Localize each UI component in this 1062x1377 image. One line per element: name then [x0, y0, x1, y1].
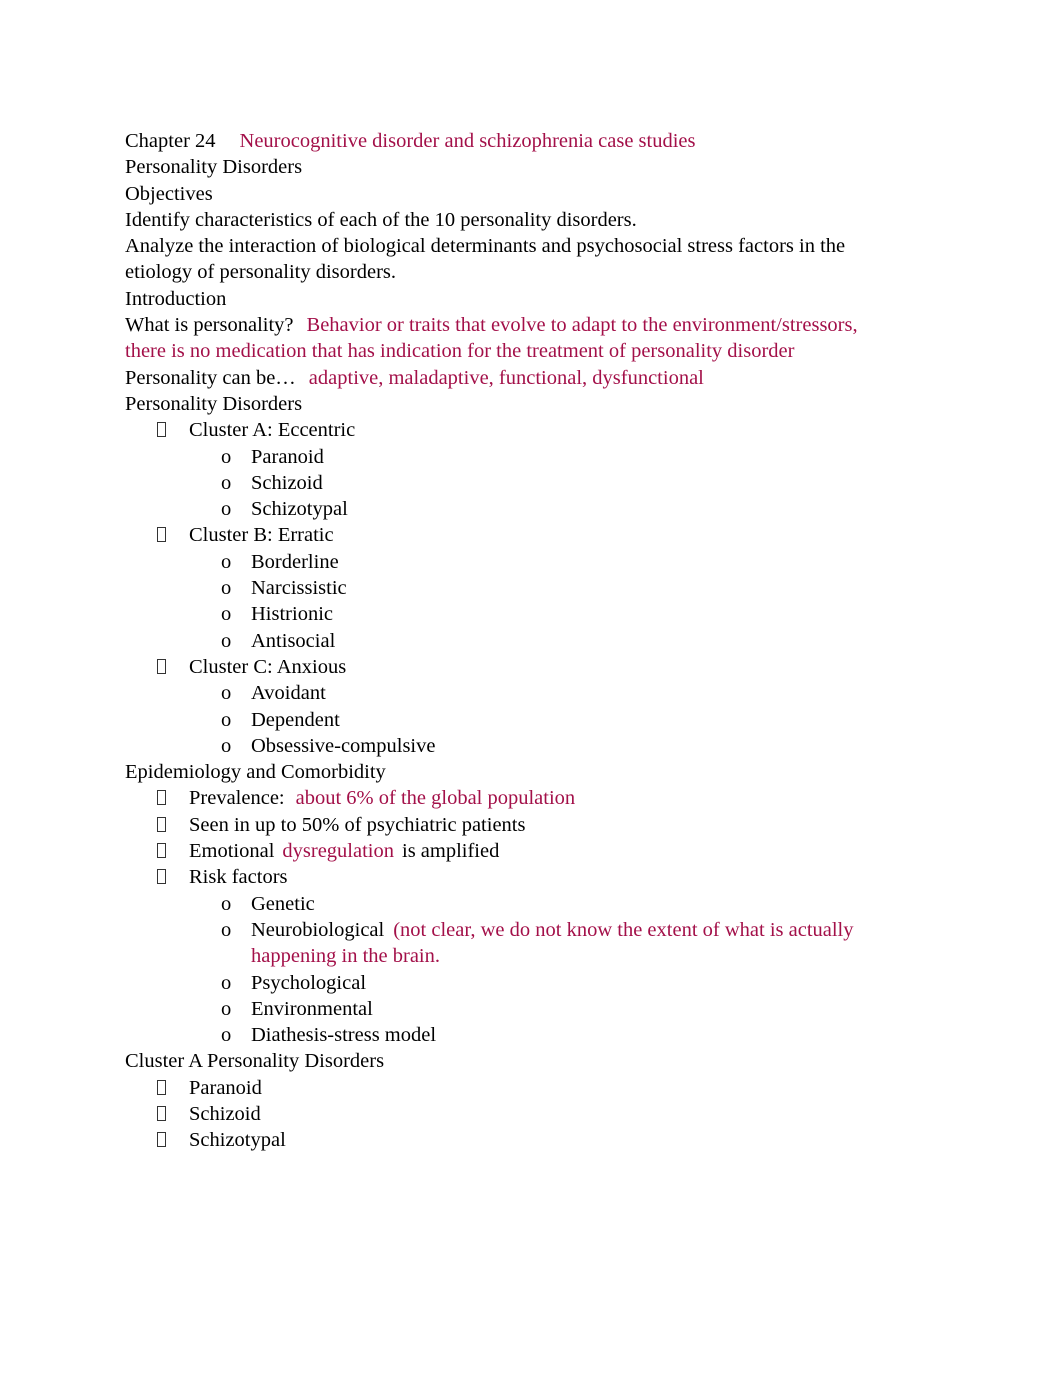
wingding-bullet-icon [157, 654, 166, 680]
list-item-cluster-b-3: o Histrionic [125, 601, 866, 627]
objective-item-1: Identify characteristics of each of the … [125, 208, 637, 231]
personality-can-be-line: Personality can be… adaptive, maladaptive… [125, 365, 866, 391]
emotional-suffix: is amplified [402, 840, 500, 863]
o-bullet-icon: o [221, 498, 232, 521]
list-item-emotional-dysregulation: Emotional dysregulation is amplified [125, 838, 866, 864]
wingding-bullet-icon [157, 812, 166, 838]
heading-personality-disorders-1: Personality Disorders [125, 156, 303, 179]
cluster-c-label: Cluster C: Anxious [189, 655, 347, 678]
document-body: Chapter 24 Neurocognitive disorder and sc… [125, 128, 866, 1154]
wingding-bullet-icon [157, 838, 166, 864]
o-bullet-icon: o [221, 918, 232, 941]
heading-personality-disorders-2: Personality Disorders [125, 392, 303, 415]
o-bullet-icon: o [221, 471, 232, 494]
what-is-personality-line: What is personality? Behavior or traits t… [125, 312, 866, 365]
list-item-cluster-a: Cluster A: Eccentric [125, 417, 866, 443]
o-bullet-icon: o [221, 445, 232, 468]
personality-can-be-answer: adaptive, maladaptive, functional, dysfu… [308, 366, 704, 389]
list-item-cluster-c: Cluster C: Anxious [125, 654, 866, 680]
wingding-bullet-icon [157, 417, 166, 443]
o-bullet-icon: o [221, 892, 232, 915]
wingding-bullet-icon [157, 1127, 166, 1153]
risk-factor-label: Environmental [251, 997, 373, 1020]
objective-item-2: Analyze the interaction of biological de… [125, 235, 846, 284]
risk-factor-label: Diathesis-stress model [251, 1024, 437, 1047]
heading-objectives: Objectives [125, 182, 213, 205]
cluster-a-item-label: Schizoid [251, 471, 323, 494]
personality-can-be-prompt: Personality can be… [125, 366, 296, 389]
o-bullet-icon: o [221, 629, 232, 652]
wingding-bullet-icon [157, 522, 166, 548]
list-item-risk-factors: Risk factors [125, 864, 866, 890]
heading-introduction: Introduction [125, 287, 227, 310]
risk-factor-label: Neurobiological [251, 918, 385, 941]
wingding-bullet-icon [157, 785, 166, 811]
cluster-b-item-label: Antisocial [251, 629, 336, 652]
list-item-cluster-a-paranoid: Paranoid [125, 1075, 866, 1101]
list-item-prevalence: Prevalence: about 6% of the global popula… [125, 785, 866, 811]
heading-cluster-a-personality-disorders: Cluster A Personality Disorders [125, 1050, 385, 1073]
list-item-risk-environmental: o Environmental [125, 996, 866, 1022]
what-is-personality-question: What is personality? [125, 314, 294, 337]
list-item-cluster-a-2: o Schizoid [125, 470, 866, 496]
o-bullet-icon: o [221, 734, 232, 757]
list-item-cluster-b: Cluster B: Erratic [125, 522, 866, 548]
emotional-prefix: Emotional [189, 840, 275, 863]
psychiatric-patients-text: Seen in up to 50% of psychiatric patient… [189, 813, 526, 836]
list-item-risk-neurobiological: o Neurobiological (not clear, we do not k… [125, 917, 866, 970]
list-item-cluster-a-schizoid: Schizoid [125, 1101, 866, 1127]
document-page: Chapter 24 Neurocognitive disorder and sc… [0, 0, 1062, 1377]
list-item-cluster-b-1: o Borderline [125, 549, 866, 575]
cluster-b-item-label: Narcissistic [251, 577, 347, 600]
wingding-bullet-icon [157, 864, 166, 890]
list-item-psychiatric-patients: Seen in up to 50% of psychiatric patient… [125, 812, 866, 838]
cluster-b-label: Cluster B: Erratic [189, 524, 334, 547]
o-bullet-icon: o [221, 603, 232, 626]
heading-epidemiology: Epidemiology and Comorbidity [125, 761, 386, 784]
list-item-cluster-b-4: o Antisocial [125, 628, 866, 654]
list-item-cluster-a-schizotypal: Schizotypal [125, 1127, 866, 1153]
prevalence-label: Prevalence: [189, 787, 285, 810]
cluster-c-item-label: Avoidant [251, 682, 326, 705]
risk-factors-label: Risk factors [189, 866, 288, 889]
chapter-label: Chapter 24 [125, 130, 216, 152]
o-bullet-icon: o [221, 682, 232, 705]
list-item-cluster-a-1: o Paranoid [125, 444, 866, 470]
list-item-cluster-a-3: o Schizotypal [125, 496, 866, 522]
wingding-bullet-icon [157, 1101, 166, 1127]
document-title: Neurocognitive disorder and schizophreni… [239, 130, 696, 152]
cluster-b-item-label: Borderline [251, 550, 339, 573]
cluster-a-item-label: Schizotypal [251, 498, 348, 521]
cluster-c-item-label: Dependent [251, 708, 340, 731]
o-bullet-icon: o [221, 550, 232, 573]
cluster-a-item-label: Paranoid [251, 445, 324, 468]
cluster-c-item-label: Obsessive-compulsive [251, 734, 436, 757]
cluster-a-disorder-label: Schizotypal [189, 1129, 286, 1152]
list-item-cluster-c-1: o Avoidant [125, 680, 866, 706]
risk-factor-label: Genetic [251, 892, 315, 915]
wingding-bullet-icon [157, 1075, 166, 1101]
cluster-a-label: Cluster A: Eccentric [189, 419, 356, 442]
list-item-cluster-b-2: o Narcissistic [125, 575, 866, 601]
o-bullet-icon: o [221, 577, 232, 600]
document-title-line: Chapter 24 Neurocognitive disorder and sc… [125, 128, 866, 154]
prevalence-value: about 6% of the global population [295, 787, 576, 810]
cluster-a-disorder-label: Schizoid [189, 1102, 261, 1125]
list-item-cluster-c-3: o Obsessive-compulsive [125, 733, 866, 759]
list-item-cluster-c-2: o Dependent [125, 707, 866, 733]
o-bullet-icon: o [221, 708, 232, 731]
emotional-highlight: dysregulation [282, 840, 394, 863]
cluster-a-disorder-label: Paranoid [189, 1076, 262, 1099]
list-item-risk-genetic: o Genetic [125, 891, 866, 917]
cluster-b-item-label: Histrionic [251, 603, 333, 626]
list-item-risk-psychological: o Psychological [125, 970, 866, 996]
list-item-risk-diathesis: o Diathesis-stress model [125, 1022, 866, 1048]
o-bullet-icon: o [221, 997, 232, 1020]
o-bullet-icon: o [221, 971, 232, 994]
o-bullet-icon: o [221, 1024, 232, 1047]
risk-factor-label: Psychological [251, 971, 367, 994]
